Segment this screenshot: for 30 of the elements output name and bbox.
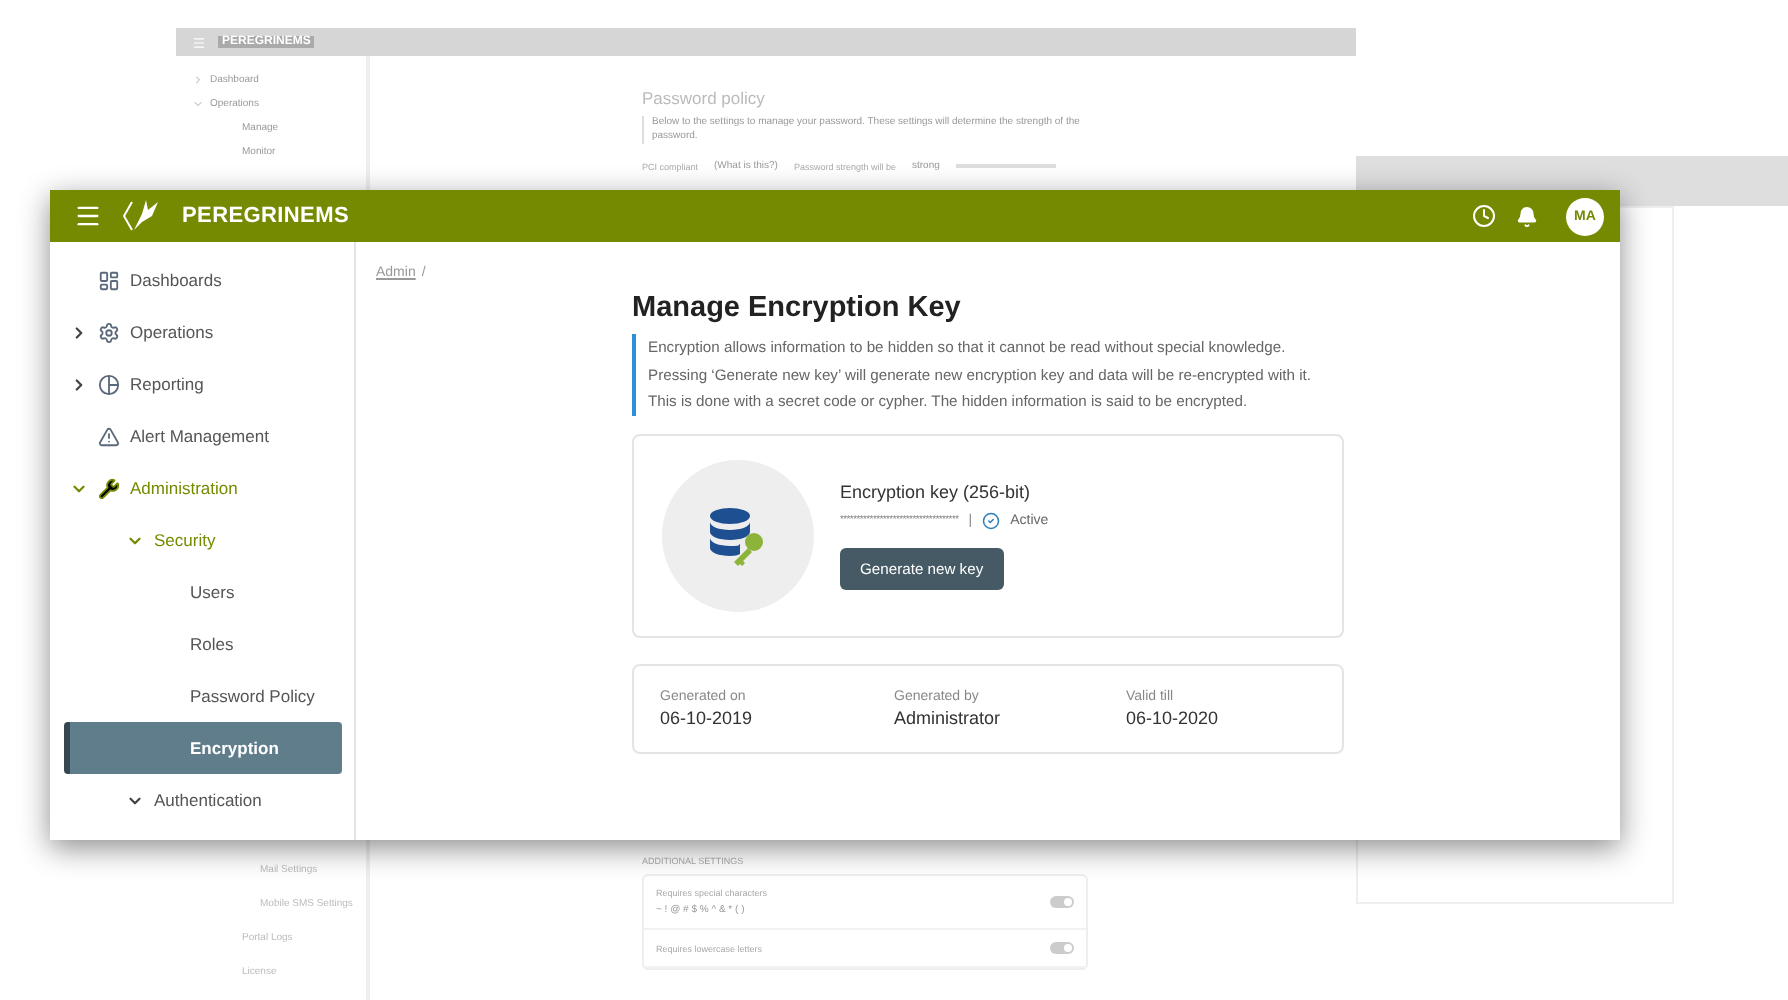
sidebar-item[interactable]: Security	[154, 530, 216, 550]
detail-value: 06-10-2020	[1126, 707, 1221, 727]
sidebar-item[interactable]: Password Policy	[64, 670, 342, 722]
menu-icon[interactable]	[74, 202, 102, 230]
sidebar-item[interactable]: Dashboards	[130, 270, 222, 290]
key-title: Encryption key (256-bit)	[840, 481, 1033, 501]
sidebar-item[interactable]: Users	[64, 566, 342, 618]
page-title: Manage Encryption Key	[632, 292, 963, 324]
menu-icon	[192, 35, 206, 49]
page-title: Password policy	[642, 88, 767, 108]
nav-icon	[98, 477, 120, 499]
nav-icon	[98, 425, 120, 447]
sidebar-item[interactable]: Operations	[130, 322, 214, 342]
sidebar-item[interactable]: Roles	[64, 618, 342, 670]
detail-value: Administrator	[894, 707, 1003, 727]
sidebar-item[interactable]: Administration	[130, 478, 238, 498]
brand-logo: PEREGRINEMS	[182, 204, 349, 228]
sidebar-item[interactable]: Encryption	[64, 722, 342, 774]
sidebar-item[interactable]: Reporting	[130, 374, 204, 394]
nav-icon	[98, 373, 120, 395]
nav-icon	[98, 269, 120, 291]
sidebar-item[interactable]: Authentication	[154, 790, 262, 810]
chevron-right-icon[interactable]	[70, 375, 88, 393]
clock-icon[interactable]	[1472, 204, 1496, 228]
detail-value: 06-10-2019	[660, 707, 755, 727]
notification-bell-icon[interactable]	[1516, 205, 1538, 227]
nav-icon	[98, 321, 120, 343]
sidebar-item[interactable]: Alert Management	[130, 426, 269, 446]
bird-logo-icon	[122, 198, 162, 234]
chevron-right-icon[interactable]	[70, 323, 88, 341]
